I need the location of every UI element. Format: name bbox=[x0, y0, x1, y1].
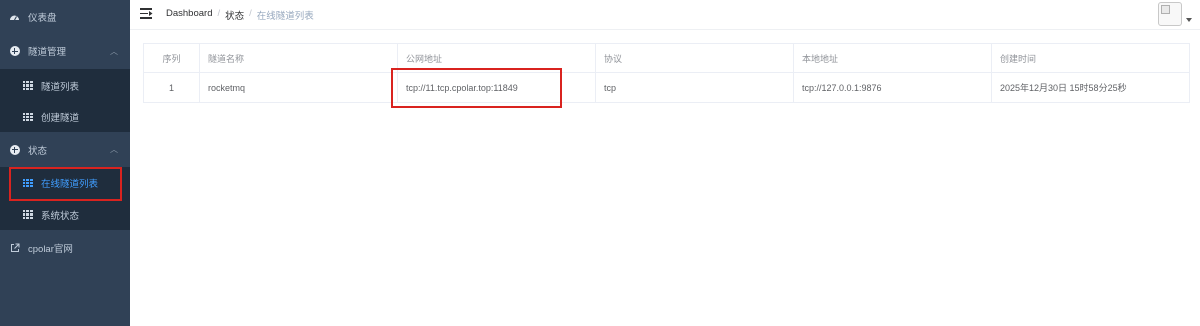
table-icon bbox=[22, 209, 33, 220]
plus-circle-icon bbox=[9, 46, 20, 57]
sidebar-item-label: 隧道管理 bbox=[28, 47, 67, 58]
column-header: 协议 bbox=[596, 44, 794, 73]
plus-circle-icon bbox=[9, 144, 20, 155]
sidebar-item-official-site[interactable]: cpolar官网 bbox=[0, 230, 130, 265]
public-address-cell: tcp://11.tcp.cpolar.top:11849 bbox=[398, 73, 596, 103]
navbar: Dashboard / 状态 / 在线隧道列表 bbox=[130, 0, 1200, 30]
table-row: 1 rocketmq tcp://11.tcp.cpolar.top:11849… bbox=[144, 73, 1190, 103]
sidebar-item-label: 仪表盘 bbox=[28, 12, 57, 24]
breadcrumb: Dashboard / 状态 / 在线隧道列表 bbox=[166, 8, 314, 22]
table-cell: tcp bbox=[596, 73, 794, 103]
external-link-icon bbox=[9, 242, 20, 253]
column-header: 公网地址 bbox=[398, 44, 596, 73]
table-icon bbox=[22, 112, 33, 123]
sidebar-item-label: 状态 bbox=[28, 145, 48, 157]
sidebar-item-system-status[interactable]: 系统状态 bbox=[0, 199, 130, 230]
sidebar-item-label: 系统状态 bbox=[41, 210, 80, 222]
app: 仪表盘 隧道管理 ︿ 隧道列表 创建隧道 状态 ︿ 在线隧道列表 系统状态 cp… bbox=[0, 0, 1200, 326]
column-header: 序列 bbox=[144, 44, 200, 73]
online-tunnel-table: 序列 隧道名称 公网地址 协议 本地地址 创建时间 1 rocketmq tcp… bbox=[143, 43, 1190, 103]
sidebar-item-dashboard[interactable]: 仪表盘 bbox=[0, 0, 130, 33]
breadcrumb-current: 在线隧道列表 bbox=[256, 11, 314, 22]
dashboard-icon bbox=[9, 11, 20, 22]
breadcrumb-separator: / bbox=[249, 8, 252, 19]
sidebar-item-status[interactable]: 状态 ︿ bbox=[0, 132, 130, 167]
sidebar-item-label: 隧道列表 bbox=[41, 81, 80, 93]
chevron-up-icon: ︿ bbox=[110, 145, 118, 154]
table-cell: tcp://127.0.0.1:9876 bbox=[794, 73, 992, 103]
table-icon bbox=[22, 178, 33, 189]
hamburger-icon[interactable] bbox=[140, 8, 153, 19]
column-header: 隧道名称 bbox=[200, 44, 398, 73]
sidebar-item-tunnel-manage[interactable]: 隧道管理 ︿ bbox=[0, 33, 130, 69]
table-cell: rocketmq bbox=[200, 73, 398, 103]
breadcrumb-separator: / bbox=[217, 8, 221, 19]
sidebar-item-label: 在线隧道列表 bbox=[41, 179, 99, 190]
table-cell: 1 bbox=[144, 73, 200, 103]
sidebar-item-tunnel-list[interactable]: 隧道列表 bbox=[0, 69, 130, 102]
table-header-row: 序列 隧道名称 公网地址 协议 本地地址 创建时间 bbox=[144, 44, 1190, 73]
sidebar: 仪表盘 隧道管理 ︿ 隧道列表 创建隧道 状态 ︿ 在线隧道列表 系统状态 cp… bbox=[0, 0, 130, 326]
sidebar-item-online-tunnels[interactable]: 在线隧道列表 bbox=[0, 167, 130, 199]
avatar[interactable] bbox=[1158, 2, 1182, 26]
breadcrumb-home[interactable]: Dashboard bbox=[166, 8, 212, 22]
table-icon bbox=[22, 80, 33, 91]
caret-down-icon[interactable] bbox=[1186, 18, 1192, 22]
table-cell: 2025年12月30日 15时58分25秒 bbox=[992, 73, 1190, 103]
sidebar-item-create-tunnel[interactable]: 创建隧道 bbox=[0, 102, 130, 132]
chevron-up-icon: ︿ bbox=[110, 46, 118, 56]
column-header: 本地地址 bbox=[794, 44, 992, 73]
breadcrumb-status[interactable]: 状态 bbox=[225, 8, 244, 22]
sidebar-item-label: 创建隧道 bbox=[41, 113, 80, 124]
column-header: 创建时间 bbox=[992, 44, 1190, 73]
sidebar-item-label: cpolar官网 bbox=[28, 243, 73, 255]
